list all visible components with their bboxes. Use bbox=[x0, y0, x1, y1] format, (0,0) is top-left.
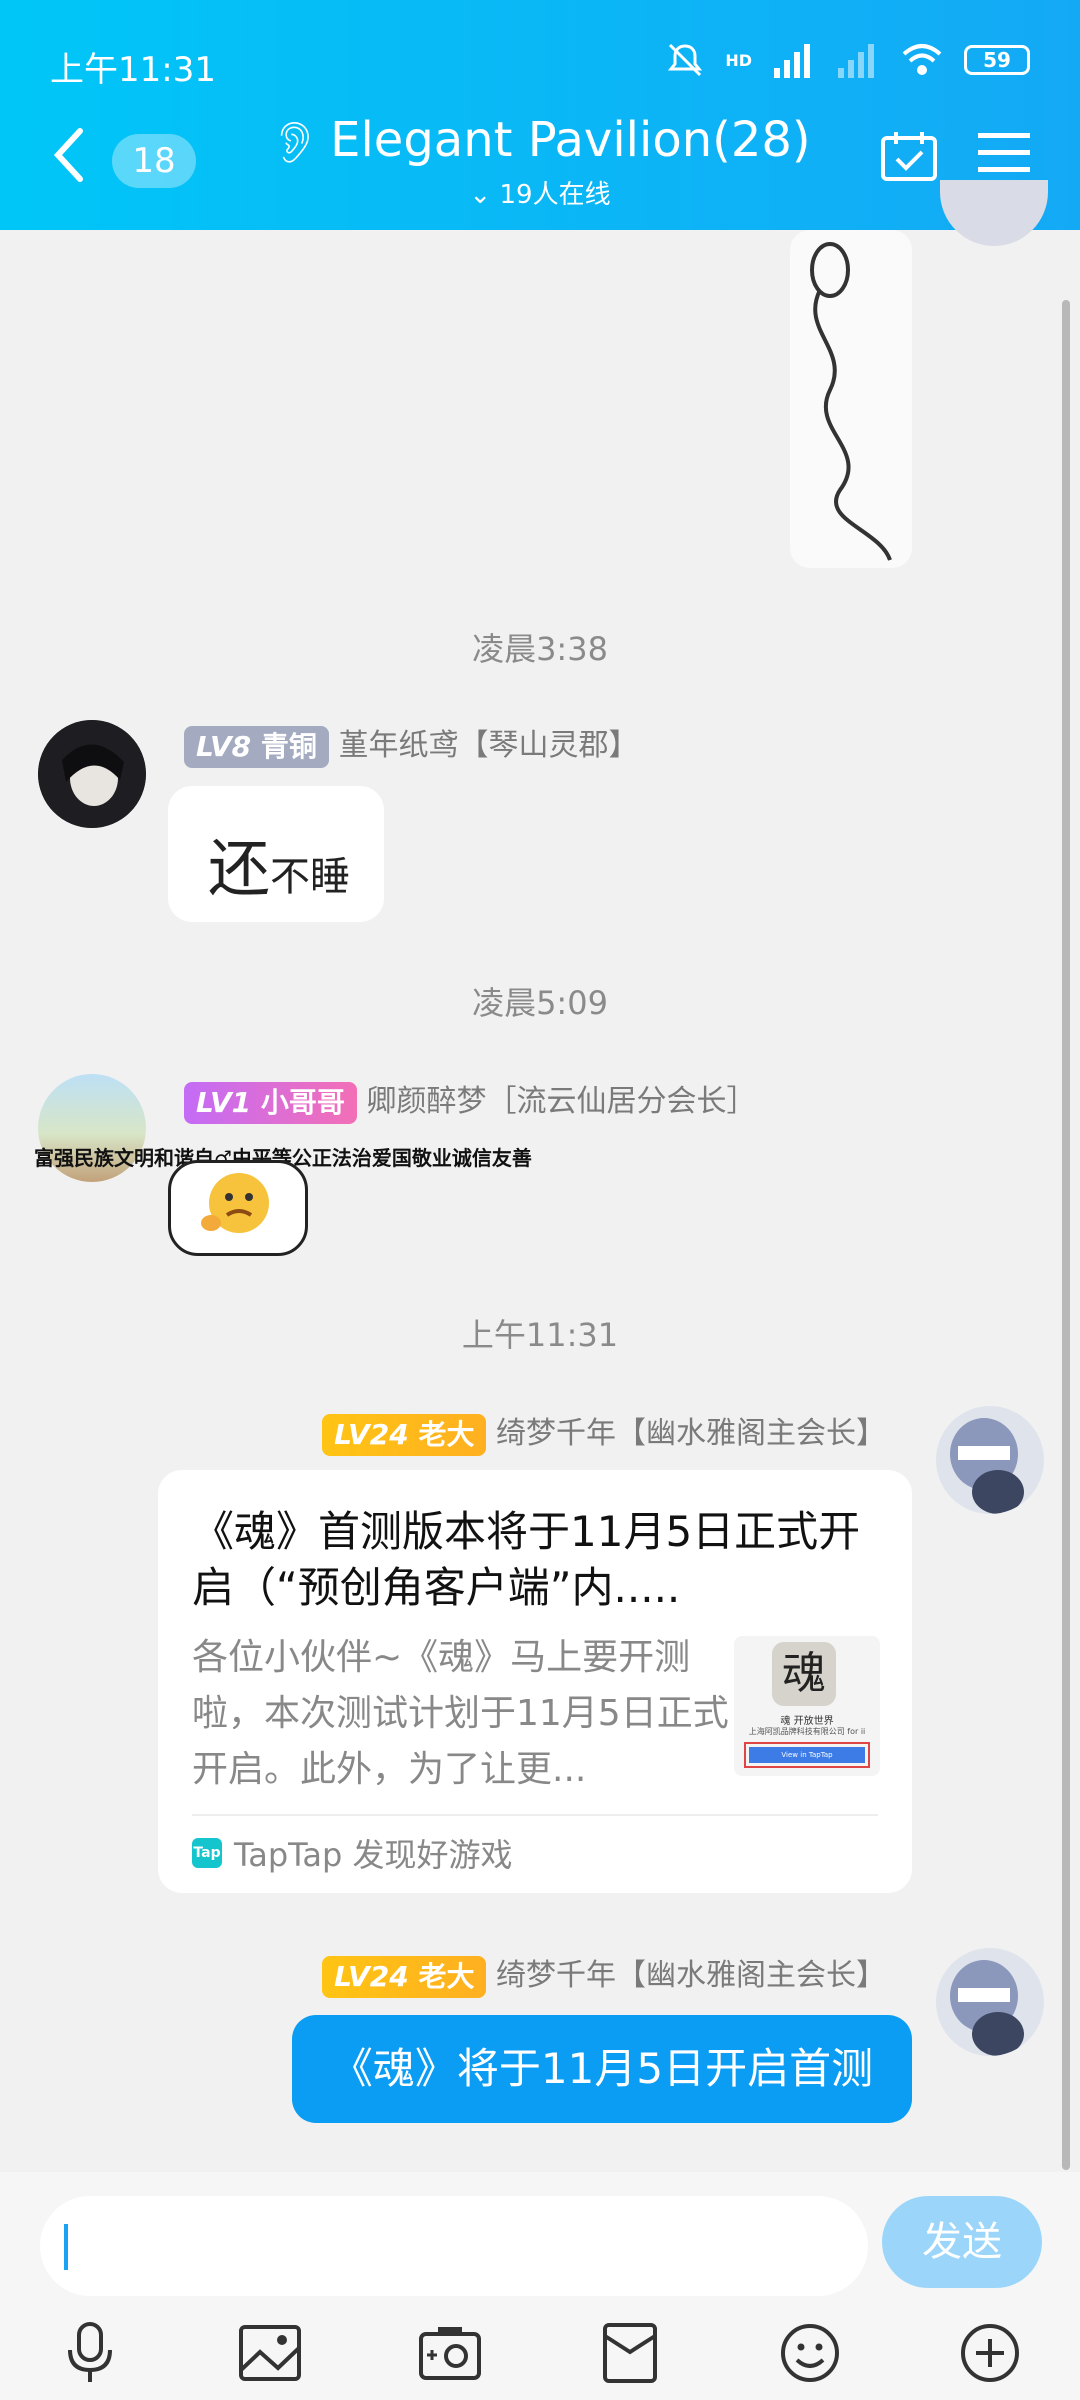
sender-row: LV24 老大 绮梦千年【幽水雅阁主会长】 bbox=[322, 1408, 886, 1456]
level-badge: LV8 青铜 bbox=[184, 725, 329, 768]
scrollbar[interactable] bbox=[1062, 300, 1070, 2170]
sender-name[interactable]: 绮梦千年【幽水雅阁主会长】 bbox=[496, 1416, 886, 1451]
level-text: LV8 bbox=[196, 729, 252, 763]
level-badge: LV24 老大 bbox=[322, 1955, 487, 1998]
hd-label: HD bbox=[725, 50, 752, 70]
sticker-image[interactable] bbox=[790, 230, 912, 568]
avatar-image bbox=[950, 1418, 1024, 1514]
message-input[interactable] bbox=[40, 2196, 868, 2296]
rank-text: 老大 bbox=[418, 1959, 475, 1993]
battery-icon: 59 bbox=[964, 45, 1030, 75]
thumb-button-label: View in TapTap bbox=[749, 1747, 865, 1763]
rank-text: 青铜 bbox=[260, 729, 317, 763]
more-button[interactable] bbox=[955, 2318, 1025, 2388]
avatar[interactable] bbox=[936, 1948, 1044, 2056]
thumb-button: View in TapTap bbox=[744, 1742, 870, 1768]
avatar-image bbox=[950, 1960, 1024, 2056]
sender-row: LV8 青铜 堇年纸鸢【琴山灵郡】 bbox=[184, 720, 638, 768]
rank-text: 小哥哥 bbox=[260, 1085, 345, 1119]
sender-row: LV24 老大 绮梦千年【幽水雅阁主会长】 bbox=[322, 1950, 886, 1998]
status-icons: HD 59 bbox=[665, 40, 1030, 80]
message-bubble-self[interactable]: 《魂》将于11月5日开启首测 bbox=[292, 2015, 912, 2123]
time-divider: 凌晨5:09 bbox=[472, 984, 608, 1022]
link-card-source: Tap TapTap 发现好游戏 bbox=[192, 1830, 513, 1876]
thumb-company: 上海阿凯品牌科技有限公司 for ii bbox=[748, 1727, 866, 1736]
camera-icon bbox=[419, 2327, 481, 2380]
sender-row: LV1 小哥哥 卿颜醉梦［流云仙居分会长］ bbox=[184, 1076, 756, 1124]
status-time: 上午11:31 bbox=[50, 50, 216, 90]
online-count: 19人在线 bbox=[499, 180, 611, 210]
message-bubble[interactable]: 还不睡 bbox=[168, 786, 384, 922]
mute-bell-icon bbox=[668, 43, 703, 77]
message-text-big: 还 bbox=[208, 832, 271, 905]
calendar-check-icon bbox=[881, 132, 937, 181]
battery-level: 59 bbox=[983, 48, 1011, 72]
sender-name[interactable]: 绮梦千年【幽水雅阁主会长】 bbox=[496, 1958, 886, 1993]
level-badge: LV1 小哥哥 bbox=[184, 1081, 357, 1124]
wifi-icon bbox=[902, 44, 942, 75]
microphone-icon bbox=[68, 2322, 112, 2382]
avatar-image bbox=[38, 720, 146, 828]
emoji-icon bbox=[781, 2324, 839, 2382]
red-packet-button[interactable] bbox=[595, 2318, 665, 2388]
emoji-face-icon bbox=[201, 1173, 269, 1233]
plus-circle-icon bbox=[961, 2324, 1019, 2382]
camera-button[interactable] bbox=[415, 2318, 485, 2388]
avatar[interactable] bbox=[940, 180, 1048, 246]
avatar[interactable] bbox=[936, 1406, 1044, 1514]
chat-header: 上午11:31 HD 59 18 👂︎ Elegant Pavilion(28) … bbox=[0, 0, 1080, 230]
sticker-snake-drawing bbox=[810, 242, 892, 561]
sender-name[interactable]: 卿颜醉梦［流云仙居分会长］ bbox=[366, 1084, 756, 1119]
image-button[interactable] bbox=[235, 2318, 305, 2388]
taptap-logo-icon: Tap bbox=[192, 1838, 222, 1868]
level-text: LV1 bbox=[196, 1085, 252, 1119]
red-packet-icon bbox=[603, 2323, 657, 2383]
status-bar: 上午11:31 HD 59 bbox=[0, 0, 1080, 130]
divider bbox=[192, 1814, 878, 1816]
signal-icon bbox=[774, 44, 810, 78]
online-check-icon: ⌄ bbox=[469, 180, 492, 210]
level-badge: LV24 老大 bbox=[322, 1413, 487, 1456]
voice-button[interactable] bbox=[55, 2318, 125, 2388]
emoji-button[interactable] bbox=[775, 2318, 845, 2388]
calendar-check-button[interactable] bbox=[880, 130, 938, 191]
link-card-title: 《魂》首测版本将于11月5日正式开启（“预创角客户端”内..... bbox=[192, 1507, 861, 1612]
source-label: TapTap 发现好游戏 bbox=[234, 1836, 513, 1874]
thumb-caption: 魂 开放世界 bbox=[780, 1716, 834, 1727]
sender-name[interactable]: 堇年纸鸢【琴山灵郡】 bbox=[338, 728, 638, 763]
link-card-description: 各位小伙伴~《魂》马上要开测啦，本次测试计划于11月5日正式开启。此外，为了让更… bbox=[192, 1637, 729, 1790]
message-text-small: 不睡 bbox=[270, 854, 351, 900]
sticker-image[interactable] bbox=[168, 1160, 308, 1256]
send-button[interactable]: 发送 bbox=[882, 2196, 1042, 2288]
level-text: LV24 bbox=[334, 1417, 409, 1451]
input-area: 发送 bbox=[0, 2172, 1080, 2400]
signal-weak-icon bbox=[838, 44, 874, 78]
rank-text: 老大 bbox=[418, 1417, 475, 1451]
image-icon bbox=[239, 2325, 301, 2381]
text-caret bbox=[64, 2224, 68, 2270]
game-icon: 魂 bbox=[772, 1642, 836, 1706]
menu-icon bbox=[978, 133, 1030, 172]
group-title: Elegant Pavilion(28) bbox=[330, 112, 811, 168]
avatar[interactable] bbox=[38, 720, 146, 828]
link-card-thumbnail: 魂 魂 开放世界 上海阿凯品牌科技有限公司 for ii View in Tap… bbox=[734, 1636, 880, 1776]
ear-icon: 👂︎ bbox=[269, 120, 321, 166]
time-divider: 凌晨3:38 bbox=[472, 630, 608, 668]
link-card[interactable]: 《魂》首测版本将于11月5日正式开启（“预创角客户端”内..... 各位小伙伴~… bbox=[158, 1470, 912, 1893]
menu-button[interactable] bbox=[978, 130, 1030, 184]
level-text: LV24 bbox=[334, 1959, 409, 1993]
time-divider: 上午11:31 bbox=[461, 1316, 619, 1354]
